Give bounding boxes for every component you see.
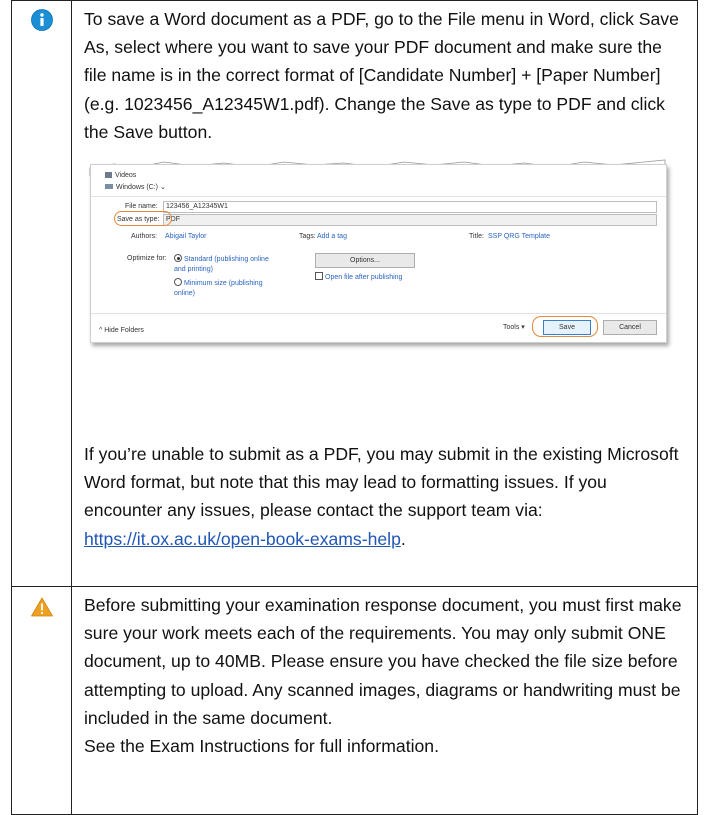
authors-label: Authors: (131, 233, 158, 241)
videos-folder-icon (105, 172, 112, 179)
save-as-dialog-screenshot: Videos Windows (C:) ⌄ File name: 123456_… (84, 156, 669, 351)
optimize-minimum-radio[interactable]: Minimum size (publishing online) (174, 278, 270, 299)
radio-selected-icon (174, 254, 182, 263)
exam-instructions-note: See the Exam Instructions for full infor… (84, 736, 439, 757)
save-as-type-highlight (114, 211, 172, 227)
warning-icon (31, 597, 53, 617)
title-value[interactable]: SSP QRG Template (488, 232, 550, 242)
title-label: Title: (469, 233, 484, 241)
nav-item-windows-c[interactable]: Windows (C:) ⌄ (105, 183, 166, 193)
optimize-standard-radio[interactable]: Standard (publishing online and printing… (174, 254, 270, 275)
cancel-button[interactable]: Cancel (603, 320, 657, 336)
checkbox-checked-icon (315, 272, 323, 281)
chevron-down-icon: ⌄ (159, 184, 166, 192)
word-format-fallback-text: If you’re unable to submit as a PDF, you… (84, 444, 679, 549)
drive-icon (105, 184, 113, 190)
save-as-dialog: Videos Windows (C:) ⌄ File name: 123456_… (90, 164, 667, 344)
authors-value[interactable]: Abigail Taylor (165, 232, 207, 242)
support-link[interactable]: https://it.ox.ac.uk/open-book-exams-help (84, 529, 401, 549)
warning-text-cell: Before submitting your examination respo… (71, 586, 698, 815)
optimize-label: Optimize for: (127, 255, 167, 263)
open-after-publishing-checkbox[interactable]: Open file after publishing (315, 272, 402, 283)
chevron-up-icon: ^ (99, 327, 103, 335)
file-name-input[interactable]: 123456_A12345W1 (163, 201, 657, 214)
warning-row: Before submitting your examination respo… (11, 586, 698, 815)
nav-item-videos[interactable]: Videos (105, 171, 136, 181)
info-icon (31, 9, 53, 31)
save-button-highlight (532, 316, 598, 338)
save-pdf-instructions: To save a Word document as a PDF, go to … (84, 9, 679, 142)
hide-folders-toggle[interactable]: ^ Hide Folders (99, 326, 144, 336)
options-button[interactable]: Options... (315, 253, 415, 269)
divider (91, 313, 666, 315)
info-row: To save a Word document as a PDF, go to … (11, 0, 698, 587)
tags-value[interactable]: Add a tag (317, 232, 347, 242)
info-text-cell: To save a Word document as a PDF, go to … (71, 0, 698, 587)
divider (91, 196, 666, 198)
submission-requirements-text: Before submitting your examination respo… (84, 595, 682, 728)
instructions-table: To save a Word document as a PDF, go to … (11, 0, 698, 815)
info-icon-cell (11, 0, 72, 587)
tags-label: Tags: (299, 233, 316, 241)
chevron-down-icon: ▾ (521, 324, 525, 332)
tools-menu[interactable]: Tools ▾ (503, 323, 525, 333)
save-as-type-select[interactable]: PDF (163, 214, 657, 227)
warning-icon-cell (11, 586, 72, 815)
radio-unselected-icon (174, 278, 182, 287)
